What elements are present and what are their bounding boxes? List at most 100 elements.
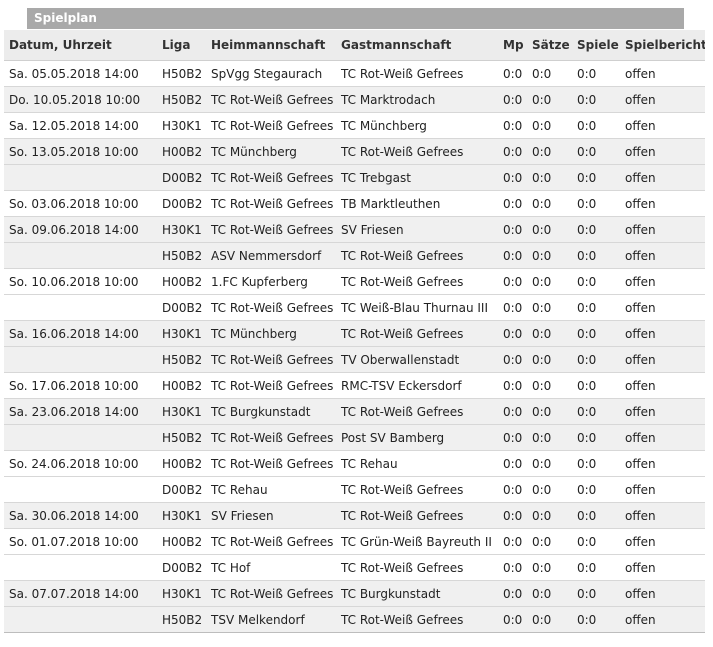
- cell-heimmannschaft: TC Rehau: [206, 476, 336, 503]
- cell-liga: H50B2: [157, 346, 206, 373]
- cell-spielbericht: offen: [620, 190, 705, 217]
- cell-datum: So. 13.05.2018 10:00: [4, 138, 157, 165]
- cell-heimmannschaft: TC Rot-Weiß Gefrees: [206, 450, 336, 477]
- cell-gastmannschaft: RMC-TSV Eckersdorf: [336, 372, 498, 399]
- cell-datum: [4, 606, 157, 633]
- table-row: D00B2 TC Hof TC Rot-Weiß Gefrees 0:0 0:0 0:0 o…: [4, 554, 705, 581]
- cell-mp: 0:0: [498, 580, 527, 607]
- cell-datum: So. 24.06.2018 10:00: [4, 450, 157, 477]
- cell-spiele: 0:0: [572, 554, 620, 581]
- table-row: So. 13.05.2018 10:00 H00B2 TC Münchberg TC …: [4, 138, 705, 165]
- cell-spiele: 0:0: [572, 476, 620, 503]
- column-header-gastmannschaft: Gastmannschaft: [336, 30, 498, 61]
- cell-heimmannschaft: TC Rot-Weiß Gefrees: [206, 190, 336, 217]
- cell-mp: 0:0: [498, 424, 527, 451]
- cell-mp: 0:0: [498, 190, 527, 217]
- cell-liga: H30K1: [157, 216, 206, 243]
- cell-heimmannschaft: TC Hof: [206, 554, 336, 581]
- cell-heimmannschaft: TC Rot-Weiß Gefrees: [206, 372, 336, 399]
- cell-spielbericht: offen: [620, 398, 705, 425]
- cell-mp: 0:0: [498, 502, 527, 529]
- table-row: H50B2 ASV Nemmersdorf TC Rot-Weiß Gefrees 0…: [4, 242, 705, 269]
- table-row: Sa. 30.06.2018 14:00 H30K1 SV Friesen TC Ro…: [4, 502, 705, 529]
- cell-heimmannschaft: TC Rot-Weiß Gefrees: [206, 346, 336, 373]
- cell-spiele: 0:0: [572, 164, 620, 191]
- cell-spiele: 0:0: [572, 138, 620, 165]
- cell-spiele: 0:0: [572, 320, 620, 347]
- cell-spiele: 0:0: [572, 346, 620, 373]
- cell-spiele: 0:0: [572, 528, 620, 555]
- cell-heimmannschaft: TC Münchberg: [206, 320, 336, 347]
- cell-liga: H00B2: [157, 372, 206, 399]
- cell-mp: 0:0: [498, 398, 527, 425]
- cell-spielbericht: offen: [620, 450, 705, 477]
- table-row: D00B2 TC Rot-Weiß Gefrees TC Weiß-Blau Thu…: [4, 294, 705, 321]
- cell-heimmannschaft: 1.FC Kupferberg: [206, 268, 336, 295]
- cell-spielbericht: offen: [620, 294, 705, 321]
- cell-spiele: 0:0: [572, 60, 620, 87]
- cell-gastmannschaft: TC Rot-Weiß Gefrees: [336, 554, 498, 581]
- cell-mp: 0:0: [498, 450, 527, 477]
- cell-datum: Sa. 12.05.2018 14:00: [4, 112, 157, 139]
- cell-gastmannschaft: TV Oberwallenstadt: [336, 346, 498, 373]
- cell-mp: 0:0: [498, 554, 527, 581]
- cell-saetze: 0:0: [527, 450, 572, 477]
- table-row: Sa. 23.06.2018 14:00 H30K1 TC Burgkunstadt…: [4, 398, 705, 425]
- cell-spielbericht: offen: [620, 320, 705, 347]
- cell-spielbericht: offen: [620, 138, 705, 165]
- cell-spiele: 0:0: [572, 294, 620, 321]
- cell-gastmannschaft: TC Burgkunstadt: [336, 580, 498, 607]
- cell-spiele: 0:0: [572, 398, 620, 425]
- cell-gastmannschaft: TC Rot-Weiß Gefrees: [336, 606, 498, 633]
- cell-gastmannschaft: TC Rot-Weiß Gefrees: [336, 320, 498, 347]
- table-row: Sa. 16.06.2018 14:00 H30K1 TC Münchberg TC …: [4, 320, 705, 347]
- cell-spielbericht: offen: [620, 502, 705, 529]
- table-row: So. 17.06.2018 10:00 H00B2 TC Rot-Weiß Gef…: [4, 372, 705, 399]
- cell-saetze: 0:0: [527, 138, 572, 165]
- table-row: Sa. 07.07.2018 14:00 H30K1 TC Rot-Weiß Gef…: [4, 580, 705, 607]
- cell-spielbericht: offen: [620, 580, 705, 607]
- cell-liga: H30K1: [157, 502, 206, 529]
- cell-saetze: 0:0: [527, 372, 572, 399]
- table-row: Sa. 12.05.2018 14:00 H30K1 TC Rot-Weiß Gef…: [4, 112, 705, 139]
- cell-spiele: 0:0: [572, 606, 620, 633]
- cell-heimmannschaft: TC Rot-Weiß Gefrees: [206, 216, 336, 243]
- section-title: Spielplan: [34, 11, 97, 25]
- cell-mp: 0:0: [498, 268, 527, 295]
- cell-datum: [4, 164, 157, 191]
- cell-gastmannschaft: TC Marktrodach: [336, 86, 498, 113]
- cell-mp: 0:0: [498, 372, 527, 399]
- cell-spielbericht: offen: [620, 606, 705, 633]
- cell-gastmannschaft: TC Rot-Weiß Gefrees: [336, 138, 498, 165]
- cell-gastmannschaft: TC Rot-Weiß Gefrees: [336, 476, 498, 503]
- cell-spiele: 0:0: [572, 86, 620, 113]
- cell-heimmannschaft: TC Rot-Weiß Gefrees: [206, 86, 336, 113]
- cell-spielbericht: offen: [620, 554, 705, 581]
- cell-saetze: 0:0: [527, 320, 572, 347]
- cell-spiele: 0:0: [572, 450, 620, 477]
- cell-datum: [4, 554, 157, 581]
- cell-liga: H50B2: [157, 60, 206, 87]
- cell-mp: 0:0: [498, 86, 527, 113]
- cell-heimmannschaft: SpVgg Stegaurach: [206, 60, 336, 87]
- cell-mp: 0:0: [498, 138, 527, 165]
- cell-spiele: 0:0: [572, 580, 620, 607]
- cell-datum: Sa. 05.05.2018 14:00: [4, 60, 157, 87]
- cell-mp: 0:0: [498, 60, 527, 87]
- cell-datum: So. 10.06.2018 10:00: [4, 268, 157, 295]
- cell-mp: 0:0: [498, 346, 527, 373]
- table-row: Sa. 09.06.2018 14:00 H30K1 TC Rot-Weiß Gef…: [4, 216, 705, 243]
- cell-mp: 0:0: [498, 294, 527, 321]
- cell-datum: Sa. 09.06.2018 14:00: [4, 216, 157, 243]
- cell-heimmannschaft: TSV Melkendorf: [206, 606, 336, 633]
- cell-spiele: 0:0: [572, 268, 620, 295]
- cell-spiele: 0:0: [572, 190, 620, 217]
- cell-mp: 0:0: [498, 112, 527, 139]
- cell-datum: Sa. 16.06.2018 14:00: [4, 320, 157, 347]
- table-row: So. 03.06.2018 10:00 D00B2 TC Rot-Weiß Gef…: [4, 190, 705, 217]
- cell-mp: 0:0: [498, 164, 527, 191]
- cell-datum: So. 17.06.2018 10:00: [4, 372, 157, 399]
- table-row: So. 24.06.2018 10:00 H00B2 TC Rot-Weiß Gef…: [4, 450, 705, 477]
- cell-heimmannschaft: SV Friesen: [206, 502, 336, 529]
- section-header-spielplan: Spielplan: [27, 8, 684, 29]
